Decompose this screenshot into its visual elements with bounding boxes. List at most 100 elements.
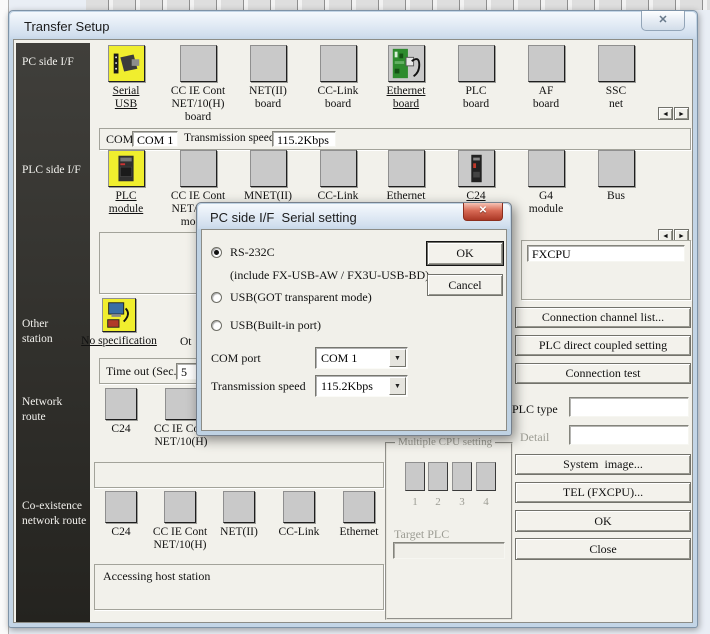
rs232c-radio-label[interactable]: RS-232C [230,245,275,260]
close-icon[interactable]: ✕ [463,203,503,221]
section-label-plc-side: PLC side I/F [22,163,90,178]
pc-if-serial-usb[interactable]: Serial USB [89,45,163,111]
module-icon [164,491,196,523]
other-station-partial-label[interactable]: Ot [180,336,192,348]
cpu-slot-number: 3 [452,496,472,508]
modal-title: PC side I/F Serial setting [210,210,357,225]
cpu-slot-2 [428,462,448,491]
chevron-down-icon[interactable]: ▼ [389,349,406,367]
com-port-label: COM port [211,351,261,366]
rs232c-radio[interactable] [211,247,222,258]
plc-direct-coupled-button[interactable]: PLC direct coupled setting [515,335,691,356]
multiple-cpu-title: Multiple CPU setting [395,436,495,448]
pc-if-label: SSC net [579,85,653,111]
plc-type-label: PLC type [512,402,558,417]
pc-if-af-board[interactable]: AF board [509,45,583,111]
scroll-left-icon[interactable]: ◄ [658,107,673,120]
network-route-detail-box [94,462,384,488]
usb-builtin-radio[interactable] [211,320,222,331]
module-icon [320,150,357,187]
cpu-slot-number: 1 [405,496,425,508]
module-icon [165,388,197,420]
desktop-background: Transfer Setup ✕ PC side I/F PLC side I/… [0,0,710,634]
transmission-speed-select[interactable]: 115.2Kbps ▼ [315,375,408,397]
cpu-type-panel: FXCPU [521,240,691,300]
modal-ok-button[interactable]: OK [427,242,503,265]
pc-if-label: Ethernet board [369,85,443,111]
no-specification-icon [102,298,136,332]
plc-if-label: Bus [579,190,653,203]
access-status-text: Accessing host station [103,569,210,584]
module-icon [283,491,315,523]
module-icon [528,150,565,187]
plc-if-bus[interactable]: Bus [579,150,653,203]
tel-fxcpu-button[interactable]: TEL (FXCPU)... [515,482,691,503]
cpu-slot-1 [405,462,425,491]
pc-if-label: Serial USB [89,85,163,111]
ok-button[interactable]: OK [515,510,691,532]
detail-field [569,425,689,445]
target-plc-field [393,542,505,559]
pc-if-label: AF board [509,85,583,111]
c24-icon [458,150,495,187]
modal-client-area: RS-232C (include FX-USB-AW / FX3U-USB-BD… [201,229,507,431]
module-icon [598,150,635,187]
pc-if-label: PLC board [439,85,513,111]
serial-usb-icon [108,45,145,82]
com-value-field: COM 1 [132,131,178,147]
connection-test-button[interactable]: Connection test [515,363,691,384]
pc-if-net2-board[interactable]: NET(II) board [231,45,305,111]
connection-channel-list-button[interactable]: Connection channel list... [515,307,691,328]
plc-if-c24[interactable]: C24 [439,150,513,203]
no-specification-label: No specification [73,335,165,348]
multiple-cpu-group: Multiple CPU setting 1 2 3 4 Target PLC [385,442,513,620]
cpu-type-field: FXCPU [527,245,685,262]
module-icon [223,491,255,523]
pc-if-ethernet-board[interactable]: Ethernet board [369,45,443,111]
section-label-network-route: Network route [22,395,90,425]
board-icon [458,45,495,82]
detail-label: Detail [520,430,549,445]
titlebar[interactable]: Transfer Setup [10,12,696,39]
plc-if-plc-module[interactable]: PLC module [89,150,163,216]
plc-if-g4-module[interactable]: G4 module [509,150,583,216]
scroll-right-icon[interactable]: ► [674,107,689,120]
section-label-coexistence: Co-existence network route [22,499,90,529]
board-icon [598,45,635,82]
usb-builtin-radio-label[interactable]: USB(Built-in port) [230,318,321,333]
board-icon [320,45,357,82]
module-icon [250,150,287,187]
module-icon [180,150,217,187]
plc-if-label: G4 module [509,190,583,216]
chevron-down-icon[interactable]: ▼ [389,377,406,395]
cpu-slot-number: 2 [428,496,448,508]
modal-cancel-button[interactable]: Cancel [427,274,503,296]
com-label: COM [106,132,133,147]
usb-got-radio-label[interactable]: USB(GOT transparent mode) [230,290,372,305]
close-button[interactable]: Close [515,538,691,560]
pc-if-cc-ie-cont-board[interactable]: CC IE Cont NET/10(H) board [161,45,235,124]
usb-got-radio[interactable] [211,292,222,303]
pc-if-cclink-board[interactable]: CC-Link board [301,45,375,111]
pc-if-ssc-net[interactable]: SSC net [579,45,653,111]
board-icon [180,45,217,82]
transmission-speed-value: 115.2Kbps [321,379,373,394]
system-image-button[interactable]: System image... [515,454,691,475]
module-icon [343,491,375,523]
window-title: Transfer Setup [24,19,110,34]
com-port-value: COM 1 [321,351,357,366]
timeout-label: Time out (Sec.) [106,364,181,379]
plc-module-icon [108,150,145,187]
pc-if-label: NET(II) board [231,85,305,111]
ethernet-board-icon [388,45,425,82]
transmission-speed-field: 115.2Kbps [272,131,336,147]
close-icon[interactable]: ✕ [641,11,685,31]
include-note: (include FX-USB-AW / FX3U-USB-BD) [230,268,429,283]
cpu-slot-4 [476,462,496,491]
pc-if-plc-board[interactable]: PLC board [439,45,513,111]
other-station-no-specification[interactable]: No specification [73,298,165,348]
transmission-speed-label: Transmission speed [184,132,275,144]
com-port-select[interactable]: COM 1 ▼ [315,347,408,369]
pc-side-serial-setting-dialog: PC side I/F Serial setting ✕ RS-232C (in… [196,202,512,436]
module-icon [105,388,137,420]
